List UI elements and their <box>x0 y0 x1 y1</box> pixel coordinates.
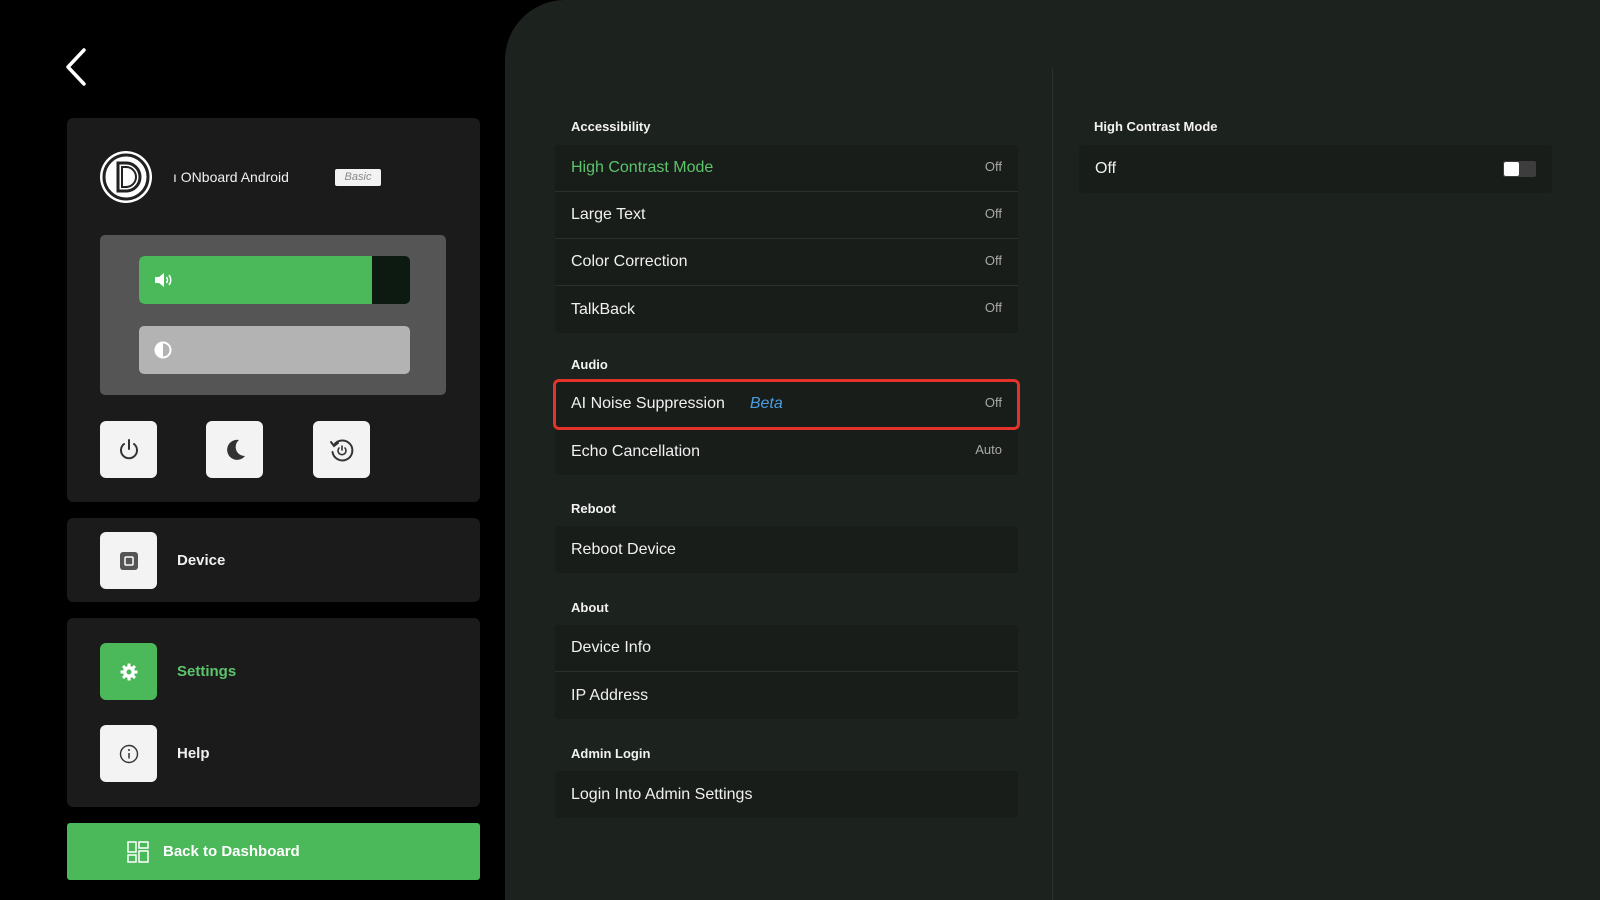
info-icon <box>100 725 157 782</box>
setting-row-high-contrast[interactable]: High Contrast Mode Off <box>555 145 1018 192</box>
beta-badge: Beta <box>749 395 783 412</box>
setting-label: Login Into Admin Settings <box>571 785 753 803</box>
nav-item-settings[interactable]: Settings <box>100 643 236 700</box>
restart-icon <box>329 438 353 461</box>
setting-label: Color Correction <box>571 253 688 270</box>
plan-badge: Basic <box>335 169 381 186</box>
gear-icon <box>100 643 157 700</box>
device-control-panel: ı ONboard Android Basic <box>67 118 480 502</box>
brand-logo <box>100 151 152 203</box>
setting-row-color-correction[interactable]: Color Correction Off <box>555 239 1018 286</box>
toggle-knob <box>1504 162 1519 176</box>
setting-label: Large Text <box>571 206 646 223</box>
reboot-group: Reboot Device <box>555 526 1018 573</box>
speaker-icon <box>155 273 172 287</box>
setting-label: Device Info <box>571 639 652 656</box>
back-to-dashboard-button[interactable]: Back to Dashboard <box>67 823 480 880</box>
detail-value: Off <box>1095 160 1117 177</box>
accessibility-group: High Contrast Mode Off Large Text Off Co… <box>555 145 1018 333</box>
setting-label: IP Address <box>571 686 649 704</box>
brightness-icon <box>154 341 172 359</box>
nav-item-device[interactable]: Device <box>100 532 225 589</box>
setting-row-talkback[interactable]: TalkBack Off <box>555 286 1018 333</box>
setting-label: Reboot Device <box>571 540 676 558</box>
detail-title: High Contrast Mode <box>1094 119 1218 134</box>
admin-group: Login Into Admin Settings <box>555 771 1018 818</box>
back-arrow-icon[interactable] <box>60 46 92 88</box>
nav-item-help[interactable]: Help <box>100 725 210 782</box>
brightness-slider[interactable] <box>139 326 410 374</box>
settings-help-card: Settings Help <box>67 618 480 807</box>
setting-label: High Contrast Mode <box>571 159 714 176</box>
section-title-accessibility: Accessibility <box>571 119 651 134</box>
setting-value: Off <box>984 300 1002 315</box>
nav-item-label: Device <box>177 552 226 569</box>
power-icon <box>119 438 138 459</box>
nav-item-label: Help <box>177 745 210 762</box>
slider-box <box>100 235 446 395</box>
setting-label: TalkBack <box>571 300 636 318</box>
restart-button[interactable] <box>313 421 370 478</box>
section-title-reboot: Reboot <box>571 501 616 516</box>
device-name: ı ONboard Android <box>173 169 289 185</box>
back-to-dashboard-label: Back to Dashboard <box>163 843 300 860</box>
setting-label: AI Noise Suppression <box>571 395 725 412</box>
setting-row-ip-address[interactable]: IP Address <box>555 672 1018 719</box>
moon-icon <box>226 439 245 460</box>
setting-row-ai-noise-suppression[interactable]: AI Noise Suppression Beta Off <box>553 379 1020 430</box>
section-title-about: About <box>571 600 609 615</box>
setting-row-large-text[interactable]: Large Text Off <box>555 192 1018 239</box>
settings-panel: Accessibility High Contrast Mode Off Lar… <box>505 0 1600 900</box>
section-title-admin-login: Admin Login <box>571 746 651 761</box>
setting-value: Off <box>984 253 1002 268</box>
dashboard-icon <box>127 840 149 863</box>
high-contrast-toggle[interactable] <box>1503 161 1536 177</box>
power-button[interactable] <box>100 421 157 478</box>
volume-slider-fill <box>139 256 373 304</box>
section-title-audio: Audio <box>571 357 608 372</box>
setting-row-reboot-device[interactable]: Reboot Device <box>555 526 1018 573</box>
setting-value: Off <box>984 206 1002 221</box>
about-group: Device Info IP Address <box>555 625 1018 719</box>
detail-setting-row: Off <box>1079 145 1552 193</box>
audio-group: AI Noise Suppression Beta Off Echo Cance… <box>553 379 1020 475</box>
panel-divider <box>1052 68 1053 900</box>
volume-slider[interactable] <box>139 256 410 304</box>
device-nav-card: Device <box>67 518 480 602</box>
device-icon <box>100 532 157 589</box>
setting-label: Echo Cancellation <box>571 442 700 460</box>
nav-item-label: Settings <box>177 663 237 680</box>
setting-value: Off <box>984 159 1002 174</box>
setting-row-admin-login[interactable]: Login Into Admin Settings <box>555 771 1018 818</box>
setting-value: Off <box>984 395 1002 410</box>
setting-value: Auto <box>975 442 1002 457</box>
setting-row-echo-cancellation[interactable]: Echo Cancellation Auto <box>555 428 1018 475</box>
setting-row-device-info[interactable]: Device Info <box>555 625 1018 672</box>
sleep-button[interactable] <box>206 421 263 478</box>
